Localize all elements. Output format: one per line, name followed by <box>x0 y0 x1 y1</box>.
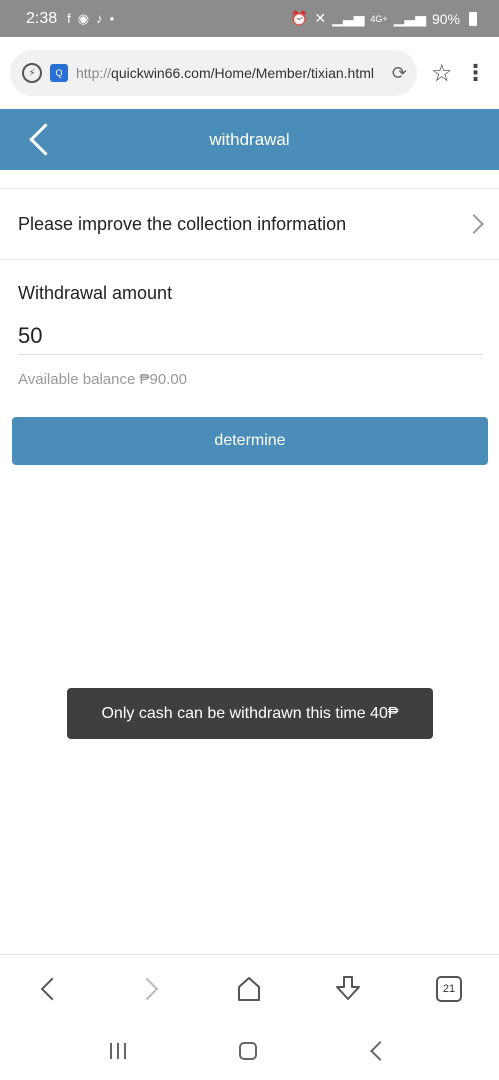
favicon-icon: Q <box>50 64 68 82</box>
collection-info-label: Please improve the collection informatio… <box>18 213 347 234</box>
reload-icon[interactable]: ⟳ <box>392 63 407 84</box>
tab-count: 21 <box>436 976 462 1002</box>
recent-apps-icon[interactable] <box>98 1036 138 1066</box>
browser-forward-icon[interactable] <box>130 969 170 1009</box>
lte-signal-icon: ▁▃▅ <box>393 10 426 26</box>
system-navigation-bar <box>0 1022 499 1080</box>
tabs-button[interactable]: 21 <box>429 969 469 1009</box>
signal-icon: ▁▃▅ <box>332 10 365 26</box>
chevron-right-icon <box>464 214 484 234</box>
site-info-icon[interactable]: ⚡ <box>22 63 42 83</box>
system-status: ⏰ ✕ ▁▃▅ 4G+ ▁▃▅ 90% <box>291 10 477 27</box>
url-protocol: http:// <box>76 65 112 81</box>
facebook-icon: f <box>67 11 71 26</box>
browser-toolbar: ⚡ Q http://quickwin66.com/Home/Member/ti… <box>0 37 499 109</box>
download-icon[interactable] <box>328 969 368 1009</box>
available-balance: Available balance ₱90.00 <box>18 371 188 388</box>
battery-percent: 90% <box>431 10 460 27</box>
back-arrow-icon[interactable] <box>26 122 56 158</box>
status-time: 2:38 <box>26 9 58 27</box>
status-bar: 2:38 f ◉ ♪ • ⏰ ✕ ▁▃▅ 4G+ ▁▃▅ 90% <box>0 0 499 37</box>
network-type: 4G+ <box>370 13 388 24</box>
battery-icon <box>469 11 477 26</box>
alarm-icon: ⏰ <box>290 10 309 26</box>
browser-back-icon[interactable] <box>29 969 69 1009</box>
browser-bottom-bar: 21 <box>0 954 499 1022</box>
bookmark-star-icon[interactable]: ☆ <box>431 59 453 88</box>
address-bar[interactable]: ⚡ Q http://quickwin66.com/Home/Member/ti… <box>10 50 417 96</box>
mute-icon: ✕ <box>314 10 327 26</box>
url-text[interactable]: http://quickwin66.com/Home/Member/tixian… <box>76 65 386 81</box>
collection-info-row[interactable]: Please improve the collection informatio… <box>0 188 499 260</box>
messenger-icon: ◉ <box>77 10 90 26</box>
page-title: withdrawal <box>209 129 290 149</box>
notification-icons: f ◉ ♪ • <box>67 11 114 27</box>
system-back-icon[interactable] <box>357 1036 397 1066</box>
amount-input[interactable] <box>18 318 482 355</box>
toast-message: Only cash can be withdrawn this time 40₱ <box>67 688 433 739</box>
dot-icon: • <box>109 11 115 26</box>
app-header: withdrawal <box>0 109 499 170</box>
home-icon[interactable] <box>228 1036 268 1066</box>
browser-home-icon[interactable] <box>229 969 269 1009</box>
url-path: quickwin66.com/Home/Member/tixian.html <box>111 65 375 81</box>
determine-button[interactable]: determine <box>12 417 488 465</box>
more-menu-icon[interactable]: ⋮ <box>465 60 487 86</box>
tiktok-icon: ♪ <box>96 11 103 26</box>
amount-label: Withdrawal amount <box>18 283 173 303</box>
